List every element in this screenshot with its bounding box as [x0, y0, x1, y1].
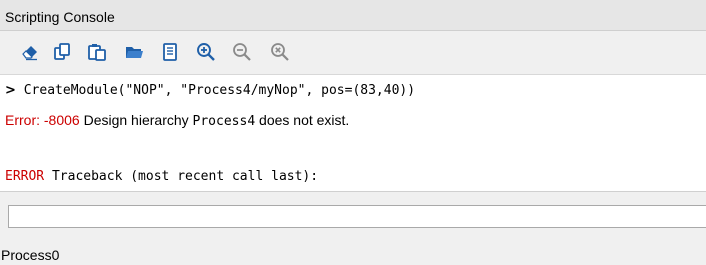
- script-book-icon: [163, 43, 177, 61]
- error-text-part-1: Design hierarchy: [79, 112, 193, 128]
- traceback-text: Traceback (most recent call last):: [44, 169, 319, 184]
- status-text: Process0: [1, 247, 60, 263]
- command-input-area: [0, 192, 706, 240]
- panel-title: Scripting Console: [5, 9, 115, 25]
- zoom-reset-icon: [271, 43, 289, 61]
- error-label: Error: -8006: [5, 112, 80, 128]
- error-term: Process4: [192, 114, 256, 129]
- paste-button[interactable]: [85, 40, 109, 64]
- status-bar: Process0: [0, 240, 706, 265]
- scripting-console-panel: Scripting Console > CreateModule("NOP", …: [0, 0, 706, 240]
- traceback-line: ERROR Traceback (most recent call last):: [5, 169, 318, 184]
- copy-icon: [54, 43, 70, 60]
- zoom-out-icon: [233, 43, 251, 61]
- console-toolbar: [0, 31, 706, 74]
- panel-title-bar: Scripting Console: [0, 0, 706, 31]
- traceback-keyword: ERROR: [5, 169, 45, 184]
- command-input[interactable]: [8, 205, 706, 228]
- copy-button[interactable]: [50, 40, 74, 64]
- script-editor-button[interactable]: [158, 40, 182, 64]
- open-folder-icon: [126, 47, 143, 58]
- command-line: > CreateModule("NOP", "Process4/myNop", …: [5, 83, 415, 98]
- error-text-part-2: does not exist.: [255, 112, 350, 128]
- zoom-in-button[interactable]: [194, 40, 218, 64]
- clear-console-button[interactable]: [18, 40, 42, 64]
- error-line: Error: -8006 Design hierarchy Process4 d…: [5, 112, 349, 129]
- console-output[interactable]: > CreateModule("NOP", "Process4/myNop", …: [0, 74, 706, 192]
- open-script-button[interactable]: [122, 40, 146, 64]
- eraser-icon: [22, 46, 37, 61]
- command-text: CreateModule("NOP", "Process4/myNop", po…: [15, 83, 416, 98]
- zoom-in-icon: [197, 43, 215, 61]
- prompt-marker: >: [5, 83, 16, 98]
- paste-icon: [88, 44, 106, 61]
- zoom-reset-button[interactable]: [268, 40, 292, 64]
- zoom-out-button[interactable]: [230, 40, 254, 64]
